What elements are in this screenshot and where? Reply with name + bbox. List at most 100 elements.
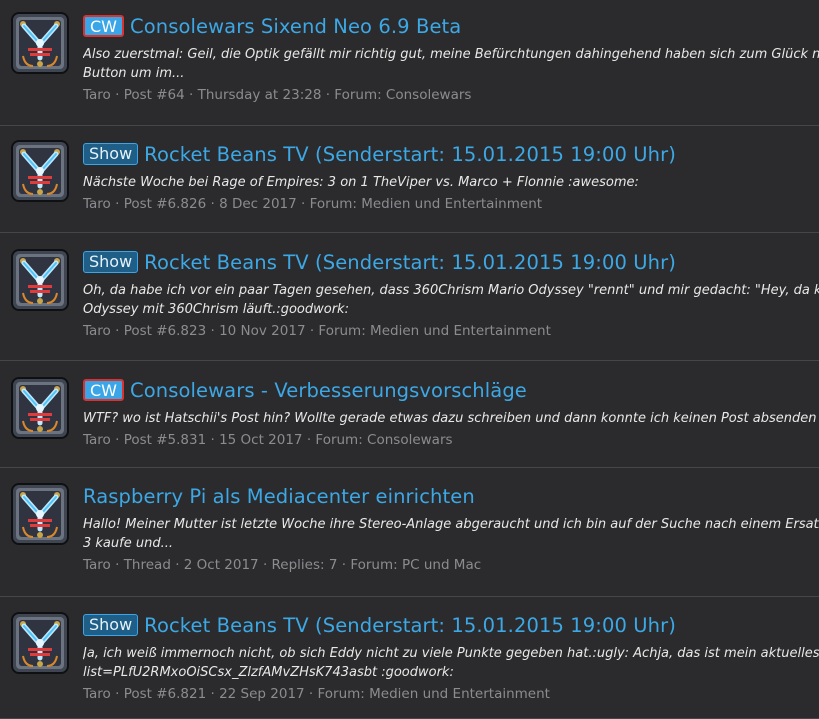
result-title-row: Show Rocket Beans TV (Senderstart: 15.01.… xyxy=(83,140,819,168)
meta-separator: · xyxy=(110,557,124,573)
meta-author-link[interactable]: Taro xyxy=(83,323,111,339)
result-meta: Taro · Thread · 2 Oct 2017 · Replies: 7 … xyxy=(83,557,819,573)
search-result-item: CW Consolewars - Verbesserungsvorschläge W… xyxy=(0,361,819,468)
result-title-row: CW Consolewars Sixend Neo 6.9 Beta xyxy=(83,12,819,40)
flux-capacitor-icon xyxy=(11,12,69,74)
result-snippet: Also zuerstmal: Geil, die Optik gefällt … xyxy=(83,45,819,83)
meta-separator: · xyxy=(258,557,272,573)
snippet-line: Nächste Woche bei Rage of Empires: 3 on … xyxy=(83,175,639,190)
result-title-row: Show Rocket Beans TV (Senderstart: 15.01.… xyxy=(83,611,819,639)
result-snippet: Hallo! Meiner Mutter ist letzte Woche ih… xyxy=(83,515,819,553)
result-snippet: Oh, da habe ich vor ein paar Tagen geseh… xyxy=(83,281,819,319)
meta-post-link[interactable]: Post #5.831 xyxy=(124,432,207,448)
snippet-line: Button um im... xyxy=(83,66,185,81)
result-body: CW Consolewars Sixend Neo 6.9 Beta Also zu… xyxy=(83,12,819,103)
avatar[interactable] xyxy=(11,12,69,74)
meta-date: Thursday at 23:28 xyxy=(197,87,322,103)
result-body: Show Rocket Beans TV (Senderstart: 15.01.… xyxy=(83,248,819,339)
snippet-line: WTF? wo ist Hatschii's Post hin? Wollte … xyxy=(83,411,819,426)
result-meta: Taro · Post #6.826 · 8 Dec 2017 · Forum:… xyxy=(83,196,819,212)
snippet-line: Odyssey mit 360Chrism läuft.:goodwork: xyxy=(83,302,349,317)
meta-post-link[interactable]: Post #6.826 xyxy=(124,196,207,212)
meta-post-link[interactable]: Post #6.821 xyxy=(124,686,207,702)
meta-separator: · xyxy=(305,323,319,339)
meta-forum-link[interactable]: Forum: Consolewars xyxy=(315,432,452,448)
meta-forum-link[interactable]: Forum: Medien und Entertainment xyxy=(310,196,542,212)
flux-capacitor-icon xyxy=(11,612,69,674)
search-result-item: Show Rocket Beans TV (Senderstart: 15.01.… xyxy=(0,126,819,233)
snippet-line: Oh, da habe ich vor ein paar Tagen geseh… xyxy=(83,283,819,298)
result-title-link[interactable]: Consolewars - Verbesserungsvorschläge xyxy=(130,379,527,402)
meta-author-link[interactable]: Taro xyxy=(83,87,111,103)
search-results-list: CW Consolewars Sixend Neo 6.9 Beta Also zu… xyxy=(0,0,819,719)
meta-separator: · xyxy=(206,196,220,212)
prefix-badge[interactable]: Show xyxy=(83,143,139,165)
result-title-row: Raspberry Pi als Mediacenter einrichten xyxy=(83,482,819,510)
prefix-badge[interactable]: Show xyxy=(83,251,139,273)
snippet-line: list=PLfU2RMxoOiSCsx_ZlzfAMvZHsK743asbt … xyxy=(83,665,454,680)
meta-post-link[interactable]: Post #64 xyxy=(124,87,185,103)
meta-replies: Replies: 7 xyxy=(271,557,338,573)
result-title-link[interactable]: Raspberry Pi als Mediacenter einrichten xyxy=(83,485,475,508)
meta-date: 8 Dec 2017 xyxy=(219,196,297,212)
result-meta: Taro · Post #6.821 · 22 Sep 2017 · Forum… xyxy=(83,686,819,702)
result-body: Show Rocket Beans TV (Senderstart: 15.01.… xyxy=(83,140,819,212)
result-title-link[interactable]: Rocket Beans TV (Senderstart: 15.01.2015… xyxy=(144,251,676,274)
prefix-badge[interactable]: CW xyxy=(83,15,124,37)
meta-separator: · xyxy=(337,557,351,573)
meta-author-link[interactable]: Taro xyxy=(83,196,111,212)
avatar[interactable] xyxy=(11,377,69,439)
result-snippet: WTF? wo ist Hatschii's Post hin? Wollte … xyxy=(83,409,819,428)
meta-forum-link[interactable]: Forum: Medien und Entertainment xyxy=(318,686,550,702)
result-title-row: CW Consolewars - Verbesserungsvorschläge xyxy=(83,376,819,404)
avatar[interactable] xyxy=(11,249,69,311)
result-title-link[interactable]: Rocket Beans TV (Senderstart: 15.01.2015… xyxy=(144,143,676,166)
search-result-item: Raspberry Pi als Mediacenter einrichten H… xyxy=(0,468,819,597)
avatar[interactable] xyxy=(11,483,69,545)
result-body: Show Rocket Beans TV (Senderstart: 15.01.… xyxy=(83,611,819,702)
meta-post-link[interactable]: Thread xyxy=(124,557,171,573)
meta-date: 15 Oct 2017 xyxy=(219,432,303,448)
avatar[interactable] xyxy=(11,140,69,202)
meta-separator: · xyxy=(321,87,335,103)
meta-separator: · xyxy=(110,87,124,103)
meta-separator: · xyxy=(302,432,316,448)
snippet-line: Also zuerstmal: Geil, die Optik gefällt … xyxy=(83,47,819,62)
meta-separator: · xyxy=(110,196,124,212)
snippet-line: Hallo! Meiner Mutter ist letzte Woche ih… xyxy=(83,517,819,532)
search-result-item: Show Rocket Beans TV (Senderstart: 15.01.… xyxy=(0,597,819,719)
avatar[interactable] xyxy=(11,612,69,674)
meta-separator: · xyxy=(110,686,124,702)
meta-separator: · xyxy=(110,432,124,448)
meta-separator: · xyxy=(206,686,220,702)
meta-separator: · xyxy=(170,557,184,573)
snippet-line: Ja, ich weiß immernoch nicht, ob sich Ed… xyxy=(83,646,819,661)
result-body: CW Consolewars - Verbesserungsvorschläge W… xyxy=(83,376,819,448)
result-title-link[interactable]: Rocket Beans TV (Senderstart: 15.01.2015… xyxy=(144,614,676,637)
meta-author-link[interactable]: Taro xyxy=(83,557,111,573)
prefix-badge[interactable]: Show xyxy=(83,614,139,636)
meta-separator: · xyxy=(184,87,198,103)
meta-separator: · xyxy=(296,196,310,212)
meta-date: 2 Oct 2017 xyxy=(183,557,259,573)
meta-author-link[interactable]: Taro xyxy=(83,432,111,448)
meta-separator: · xyxy=(110,323,124,339)
flux-capacitor-icon xyxy=(11,249,69,311)
result-snippet: Nächste Woche bei Rage of Empires: 3 on … xyxy=(83,173,819,192)
meta-forum-link[interactable]: Forum: Medien und Entertainment xyxy=(318,323,550,339)
meta-author-link[interactable]: Taro xyxy=(83,686,111,702)
result-title-link[interactable]: Consolewars Sixend Neo 6.9 Beta xyxy=(130,15,461,38)
result-meta: Taro · Post #64 · Thursday at 23:28 · Fo… xyxy=(83,87,819,103)
prefix-badge[interactable]: CW xyxy=(83,379,124,401)
result-body: Raspberry Pi als Mediacenter einrichten H… xyxy=(83,482,819,574)
meta-forum-link[interactable]: Forum: Consolewars xyxy=(334,87,471,103)
result-meta: Taro · Post #6.823 · 10 Nov 2017 · Forum… xyxy=(83,323,819,339)
meta-post-link[interactable]: Post #6.823 xyxy=(124,323,207,339)
result-snippet: Ja, ich weiß immernoch nicht, ob sich Ed… xyxy=(83,644,819,682)
search-result-item: CW Consolewars Sixend Neo 6.9 Beta Also zu… xyxy=(0,0,819,126)
meta-date: 22 Sep 2017 xyxy=(219,686,305,702)
meta-forum-link[interactable]: Forum: PC und Mac xyxy=(350,557,481,573)
result-title-row: Show Rocket Beans TV (Senderstart: 15.01.… xyxy=(83,248,819,276)
meta-separator: · xyxy=(206,432,220,448)
flux-capacitor-icon xyxy=(11,483,69,545)
